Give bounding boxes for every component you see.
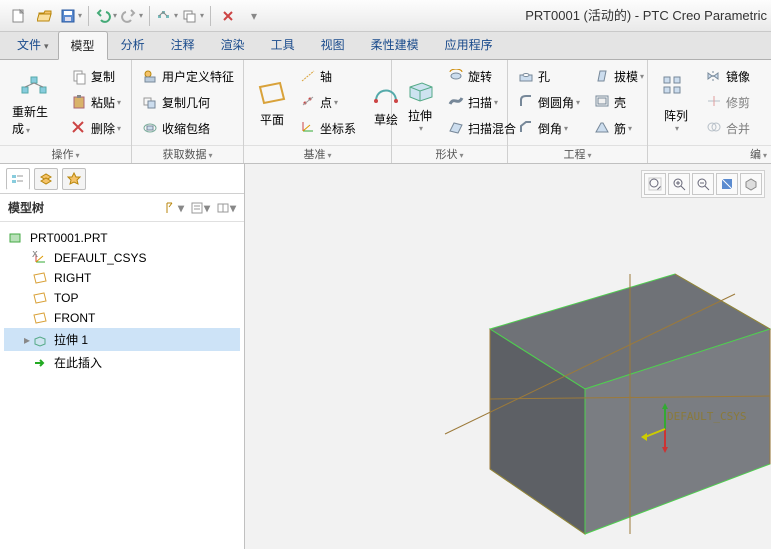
ribbon-group-shape: 拉伸 旋转 扫描 扫描混合 形状 bbox=[392, 60, 508, 163]
viewport[interactable]: DEFAULT_CSYS bbox=[245, 164, 771, 549]
extrude-button[interactable]: 拉伸 bbox=[398, 64, 442, 141]
tree-node-3[interactable]: FRONT bbox=[4, 308, 240, 328]
paste-button[interactable]: 粘贴 bbox=[67, 92, 125, 113]
round-button[interactable]: 倒圆角 bbox=[514, 92, 584, 113]
group-label-eng[interactable]: 工程 bbox=[508, 145, 647, 163]
tab-view[interactable]: 视图 bbox=[308, 30, 358, 59]
draft-button[interactable]: 拔模 bbox=[590, 66, 648, 87]
tree-node-5[interactable]: 在此插入 bbox=[4, 351, 240, 374]
zoom-fit-icon[interactable] bbox=[644, 173, 666, 195]
ribbon-group-eng: 孔 倒圆角 倒角 拔模 壳 筋 工程 bbox=[508, 60, 648, 163]
undo-icon[interactable] bbox=[95, 5, 117, 27]
tree-tab-model-icon[interactable] bbox=[6, 168, 30, 190]
group-label-data[interactable]: 获取数据 bbox=[132, 145, 243, 163]
viewport-toolbar bbox=[641, 170, 765, 198]
tree-node-1[interactable]: RIGHT bbox=[4, 268, 240, 288]
copy-button[interactable]: 复制 bbox=[67, 66, 125, 87]
tree-tool-settings-icon[interactable]: ▾ bbox=[164, 198, 184, 218]
tree-tool-filter-icon[interactable]: ▾ bbox=[190, 198, 210, 218]
new-icon[interactable] bbox=[8, 5, 30, 27]
ribbon-group-datum: 平面 轴 点 坐标系 草绘 基准 bbox=[244, 60, 392, 163]
svg-text:x: x bbox=[32, 251, 38, 260]
group-label-shape[interactable]: 形状 bbox=[392, 145, 507, 163]
zoom-out-icon[interactable] bbox=[692, 173, 714, 195]
merge-button[interactable]: 合并 bbox=[702, 118, 754, 139]
group-label-ops[interactable]: 操作 bbox=[0, 145, 131, 163]
expander-icon[interactable]: ▸ bbox=[22, 333, 32, 347]
regenerate-button[interactable]: 重新生成 bbox=[6, 64, 63, 141]
tab-tools[interactable]: 工具 bbox=[258, 30, 308, 59]
mirror-button[interactable]: 镜像 bbox=[702, 66, 754, 87]
ribbon-group-data: 用户定义特征 复制几何 收缩包络 获取数据 bbox=[132, 60, 244, 163]
tab-analysis[interactable]: 分析 bbox=[108, 30, 158, 59]
tree-title: 模型树 bbox=[8, 199, 44, 216]
main-area: 模型树 ▾ ▾ ▾ PRT0001.PRT xDEFAULT_CSYSRIGHT… bbox=[0, 164, 771, 549]
tab-flex[interactable]: 柔性建模 bbox=[358, 30, 432, 59]
rib-button[interactable]: 筋 bbox=[590, 118, 648, 139]
ribbon: 重新生成 复制 粘贴 删除 操作 用户定义特征 复制几何 收缩包络 获取数据 平… bbox=[0, 60, 771, 164]
trim-button[interactable]: 修剪 bbox=[702, 92, 754, 113]
tree-node-2[interactable]: TOP bbox=[4, 288, 240, 308]
plane-icon bbox=[32, 291, 48, 305]
tree-root[interactable]: PRT0001.PRT bbox=[4, 228, 240, 248]
model-tree-panel: 模型树 ▾ ▾ ▾ PRT0001.PRT xDEFAULT_CSYSRIGHT… bbox=[0, 164, 245, 549]
csys-label: DEFAULT_CSYS bbox=[667, 410, 746, 423]
regenerate-label: 重新生成 bbox=[12, 103, 57, 137]
pattern-button[interactable]: 阵列 bbox=[654, 64, 698, 141]
insert-icon bbox=[32, 356, 48, 370]
toolbar-dropdown-icon[interactable]: ▾ bbox=[243, 5, 265, 27]
plane-icon bbox=[32, 311, 48, 325]
regen-icon[interactable] bbox=[156, 5, 178, 27]
point-button[interactable]: 点 bbox=[296, 92, 360, 113]
tree-node-4[interactable]: ▸拉伸 1 bbox=[4, 328, 240, 351]
open-icon[interactable] bbox=[34, 5, 56, 27]
tab-render[interactable]: 渲染 bbox=[208, 30, 258, 59]
tree-node-0[interactable]: xDEFAULT_CSYS bbox=[4, 248, 240, 268]
delete-button[interactable]: 删除 bbox=[67, 118, 125, 139]
csys-button[interactable]: 坐标系 bbox=[296, 118, 360, 139]
windows-icon[interactable] bbox=[182, 5, 204, 27]
model-geometry bbox=[375, 234, 771, 549]
ribbon-group-ops: 重新生成 复制 粘贴 删除 操作 bbox=[0, 60, 132, 163]
part-icon bbox=[8, 231, 24, 245]
group-label-datum[interactable]: 基准 bbox=[244, 145, 391, 163]
save-icon[interactable] bbox=[60, 5, 82, 27]
repaint-icon[interactable] bbox=[716, 173, 738, 195]
tree-tab-layers-icon[interactable] bbox=[34, 168, 58, 190]
tab-apps[interactable]: 应用程序 bbox=[432, 30, 506, 59]
tree-body: PRT0001.PRT xDEFAULT_CSYSRIGHTTOPFRONT▸拉… bbox=[0, 222, 244, 549]
extrude-icon bbox=[32, 333, 48, 347]
tab-annotate[interactable]: 注释 bbox=[158, 30, 208, 59]
hole-button[interactable]: 孔 bbox=[514, 66, 584, 87]
plane-button[interactable]: 平面 bbox=[250, 64, 294, 141]
redo-icon[interactable] bbox=[121, 5, 143, 27]
tab-file[interactable]: 文件 bbox=[8, 30, 58, 59]
tree-header: 模型树 ▾ ▾ ▾ bbox=[0, 194, 244, 222]
tree-tab-fav-icon[interactable] bbox=[62, 168, 86, 190]
udf-button[interactable]: 用户定义特征 bbox=[138, 66, 238, 87]
ribbon-group-edit: 阵列 镜像 修剪 合并 编 bbox=[648, 60, 771, 163]
axis-button[interactable]: 轴 bbox=[296, 66, 360, 87]
tree-tab-bar bbox=[0, 164, 244, 194]
chamfer-button[interactable]: 倒角 bbox=[514, 118, 584, 139]
tree-tool-show-icon[interactable]: ▾ bbox=[216, 198, 236, 218]
csys-icon: x bbox=[32, 251, 48, 265]
plane-icon bbox=[32, 271, 48, 285]
zoom-in-icon[interactable] bbox=[668, 173, 690, 195]
shrinkwrap-button[interactable]: 收缩包络 bbox=[138, 118, 238, 139]
shell-button[interactable]: 壳 bbox=[590, 92, 648, 113]
group-label-edit[interactable]: 编 bbox=[648, 145, 771, 163]
ribbon-tab-strip: 文件 模型 分析 注释 渲染 工具 视图 柔性建模 应用程序 bbox=[0, 32, 771, 60]
close-icon[interactable] bbox=[217, 5, 239, 27]
window-title: PRT0001 (活动的) - PTC Creo Parametric bbox=[525, 0, 771, 32]
display-style-icon[interactable] bbox=[740, 173, 762, 195]
copygeom-button[interactable]: 复制几何 bbox=[138, 92, 238, 113]
tab-model[interactable]: 模型 bbox=[58, 31, 108, 60]
